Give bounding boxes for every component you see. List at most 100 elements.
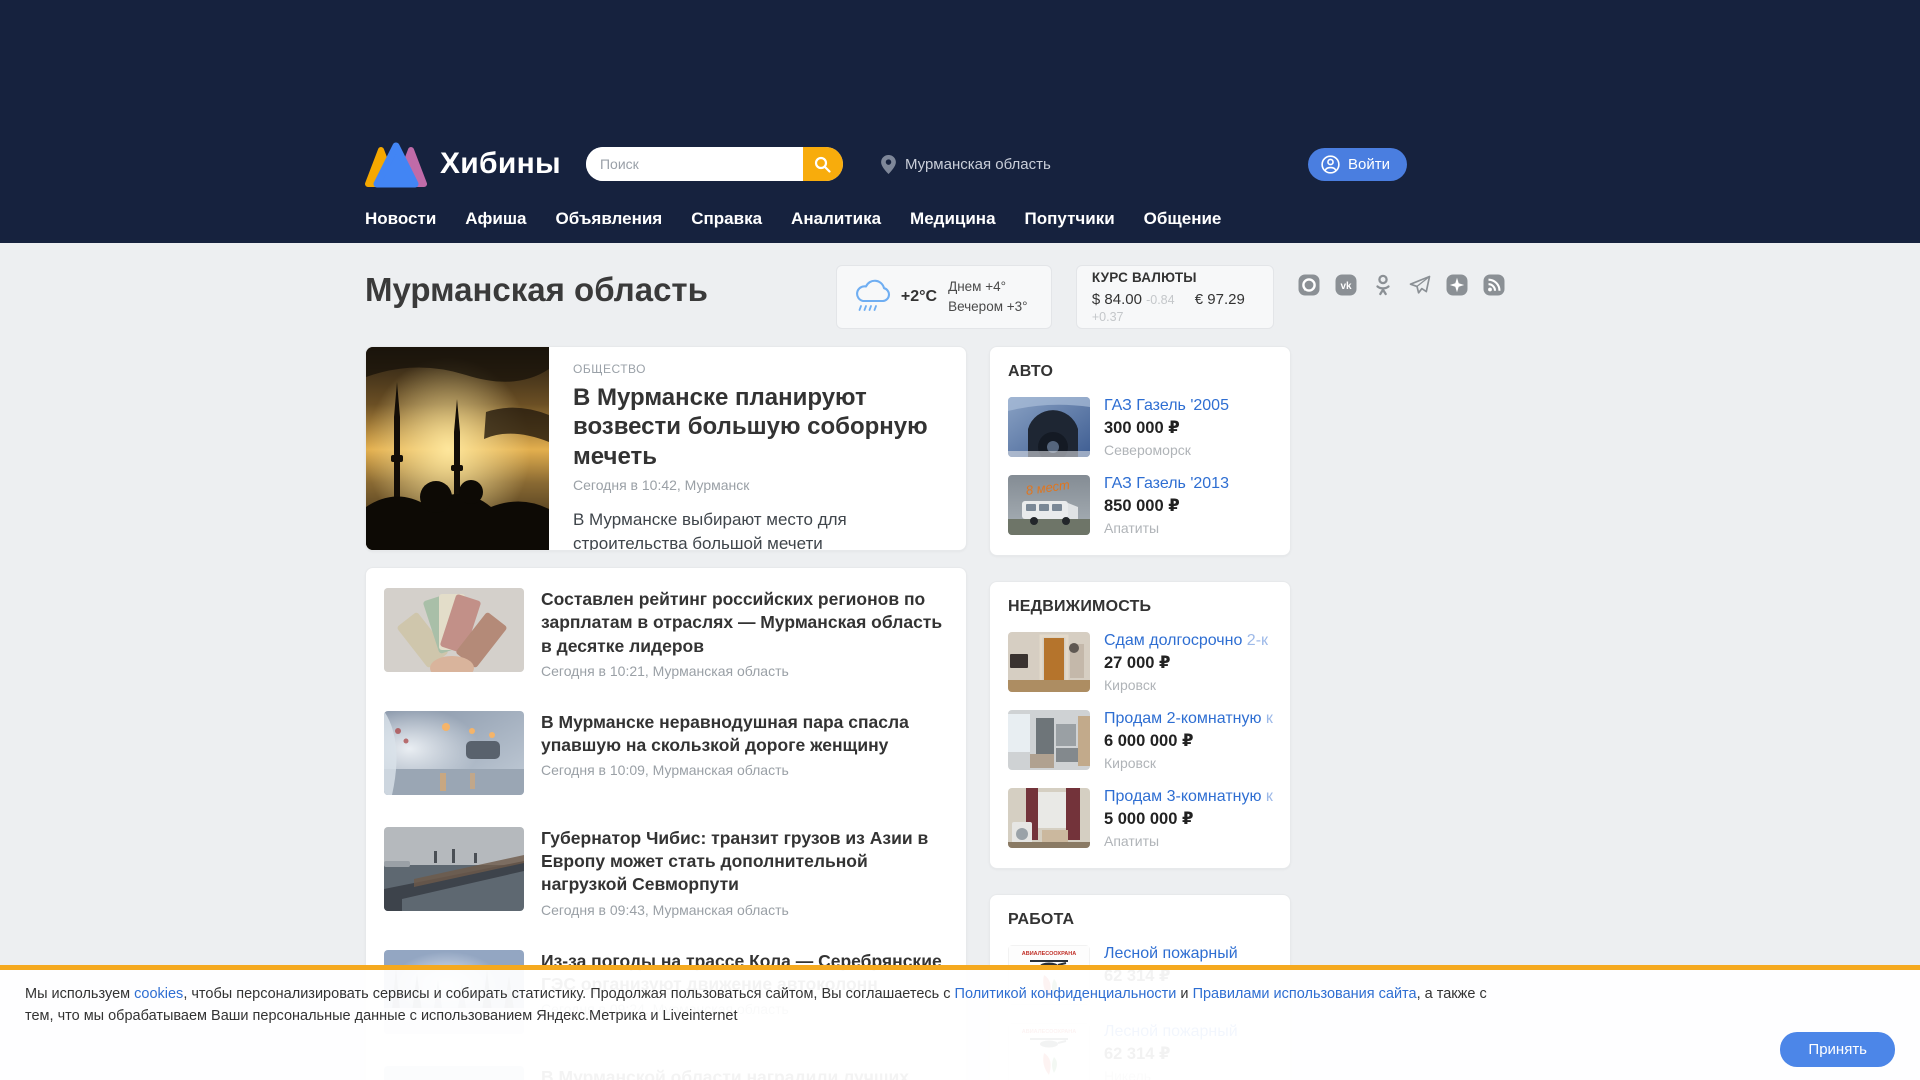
zen-star-icon[interactable]	[1445, 273, 1469, 297]
nav-item-poputchiki[interactable]: Попутчики	[1025, 209, 1115, 229]
search-button[interactable]	[802, 147, 843, 181]
cookie-text: Мы используем cookies, чтобы персонализи…	[25, 986, 1487, 1024]
realty-listing-link[interactable]: Продам 2-комнатную к	[1104, 710, 1273, 728]
news-thumbnail-harbor	[384, 826, 524, 911]
job-image-caption: АВИАЛЕСООХРАНА	[1022, 951, 1076, 957]
news-thumbnail-money	[384, 588, 524, 672]
region-label: Мурманская область	[904, 155, 1051, 173]
realty-listing[interactable]: Сдам долгосрочно 2-к 27 000 ₽ Кировск	[1008, 632, 1272, 693]
news-item[interactable]: Составлен рейтинг российских регионов по…	[366, 572, 966, 695]
search-box	[585, 147, 843, 181]
featured-article-image	[366, 347, 549, 550]
weather-widget[interactable]: +2°C Днем +4° Вечером +3°	[835, 265, 1052, 329]
featured-article[interactable]: ОБЩЕСТВО В Мурманске планируют возвести …	[365, 346, 967, 551]
login-button[interactable]: Войти	[1308, 147, 1407, 181]
realty-link-truncated: к	[1265, 788, 1273, 805]
job-listing-link[interactable]: Лесной пожарный	[1104, 945, 1238, 963]
currency-widget[interactable]: КУРС ВАЛЮТЫ $ 84.00 -0.84 € 97.29 +0.37	[1075, 265, 1274, 329]
nav-item-obyavleniya[interactable]: Объявления	[556, 209, 663, 229]
news-title[interactable]: Губернатор Чибис: транзит грузов из Азии…	[541, 827, 948, 897]
news-meta: Сегодня в 10:09, Мурманская область	[541, 762, 789, 779]
realty-listing-image-kitchen	[1008, 710, 1090, 770]
featured-meta: Сегодня в 10:42, Мурманск	[573, 476, 750, 493]
auto-listing-price: 850 000 ₽	[1104, 497, 1180, 515]
vk-icon[interactable]: vk	[1334, 273, 1358, 297]
site-logo[interactable]: Хибины	[365, 140, 561, 188]
nav-item-medicina[interactable]: Медицина	[910, 209, 995, 229]
realty-listing-location: Кировск	[1104, 755, 1156, 771]
news-item[interactable]: В Мурманске неравнодушная пара спасла уп…	[366, 695, 966, 811]
user-icon	[1321, 154, 1340, 174]
logo-mountains-icon	[365, 142, 427, 188]
realty-listing[interactable]: Продам 2-комнатную к 6 000 000 ₽ Кировск	[1008, 710, 1273, 771]
usd-delta: -0.84	[1146, 292, 1175, 307]
auto-section: АВТО ГАЗ Газель '2005 300 000 ₽ Северомо…	[989, 346, 1291, 556]
auto-listing-location: Североморск	[1104, 442, 1191, 458]
weather-temp: +2°C	[900, 288, 938, 305]
rain-cloud-icon	[855, 279, 890, 311]
nav-item-novosti[interactable]: Новости	[365, 209, 436, 229]
auto-listing-image-van-wheel	[1008, 397, 1090, 457]
weather-evening: Вечером +3°	[948, 299, 1028, 314]
realty-listing[interactable]: Продам 3-комнатную к 5 000 000 ₽ Апатиты	[1008, 788, 1273, 849]
nav-item-obshchenie[interactable]: Общение	[1144, 209, 1222, 229]
auto-listing[interactable]: ГАЗ Газель '2005 300 000 ₽ Североморск	[1008, 397, 1272, 458]
usd-rate: $ 84.00	[1091, 290, 1142, 308]
news-item[interactable]: Губернатор Чибис: транзит грузов из Азии…	[366, 811, 966, 934]
search-icon	[815, 156, 832, 173]
eur-delta: +0.37	[1091, 309, 1124, 324]
realty-listing-price: 5 000 000 ₽	[1104, 810, 1194, 828]
cookies-link[interactable]: cookies	[134, 986, 183, 1002]
nav-item-analitika[interactable]: Аналитика	[791, 209, 881, 229]
realty-section-title: НЕДВИЖИМОСТЬ	[1008, 598, 1152, 615]
dzen-icon[interactable]	[1297, 273, 1321, 297]
realty-listing-image-room	[1008, 632, 1090, 692]
realty-link-truncated: 2-к	[1246, 632, 1269, 649]
main-nav: Новости Афиша Объявления Справка Аналити…	[365, 209, 1555, 229]
news-title[interactable]: Составлен рейтинг российских регионов по…	[541, 588, 948, 658]
news-thumbnail-winter-street	[384, 710, 524, 795]
realty-listing-location: Кировск	[1104, 677, 1156, 693]
realty-listing-link[interactable]: Продам 3-комнатную к	[1104, 788, 1273, 806]
realty-listing-image-red-curtains	[1008, 788, 1090, 848]
realty-link-truncated: к	[1265, 710, 1273, 727]
featured-title[interactable]: В Мурманске планируют возвести большую с…	[573, 383, 942, 471]
realty-listing-location: Апатиты	[1104, 833, 1160, 849]
region-selector[interactable]: Мурманская область	[881, 154, 1051, 174]
currency-title: КУРС ВАЛЮТЫ	[1091, 269, 1197, 285]
page-title: Мурманская область	[365, 271, 708, 308]
news-meta: Сегодня в 10:21, Мурманская область	[541, 662, 789, 679]
featured-category: ОБЩЕСТВО	[573, 362, 646, 376]
featured-summary: В Мурманске выбирают место для строитель…	[573, 509, 847, 551]
odnoklassniki-icon[interactable]	[1371, 273, 1395, 297]
privacy-policy-link[interactable]: Политикой конфиденциальности	[955, 986, 1177, 1002]
eur-rate: € 97.29	[1194, 290, 1245, 308]
accept-cookies-button[interactable]: Принять	[1780, 1032, 1895, 1067]
news-title[interactable]: В Мурманске неравнодушная пара спасла уп…	[541, 711, 948, 758]
auto-listing-image-white-van: 8 мест	[1008, 475, 1090, 535]
auto-listing-link[interactable]: ГАЗ Газель '2005	[1104, 397, 1229, 415]
rss-icon[interactable]	[1482, 273, 1506, 297]
auto-listing-location: Апатиты	[1104, 520, 1160, 536]
auto-listing[interactable]: 8 мест ГАЗ Газель '2013 850 000 ₽ Апатит…	[1008, 475, 1272, 536]
cookie-banner: Мы используем cookies, чтобы персонализи…	[0, 965, 1920, 1080]
site-header: Хибины Мурманская область	[0, 0, 1920, 243]
telegram-icon[interactable]	[1408, 273, 1432, 297]
social-links: vk	[1297, 265, 1506, 297]
logo-text: Хибины	[440, 147, 561, 180]
realty-listing-link[interactable]: Сдам долгосрочно 2-к	[1104, 632, 1268, 650]
site-rules-link[interactable]: Правилами использования сайта	[1193, 986, 1417, 1002]
login-label: Войти	[1348, 155, 1390, 173]
location-pin-icon	[881, 154, 896, 174]
realty-listing-price: 6 000 000 ₽	[1104, 732, 1194, 750]
svg-text:vk: vk	[1340, 281, 1352, 292]
search-input[interactable]	[585, 147, 803, 181]
realty-listing-price: 27 000 ₽	[1104, 654, 1171, 672]
nav-item-afisha[interactable]: Афиша	[465, 209, 526, 229]
auto-listing-link[interactable]: ГАЗ Газель '2013	[1104, 475, 1229, 493]
nav-item-spravka[interactable]: Справка	[691, 209, 762, 229]
realty-section: НЕДВИЖИМОСТЬ Сдам долгосрочно 2-к 27 000…	[989, 581, 1291, 869]
auto-section-title: АВТО	[1008, 363, 1054, 380]
weather-day: Днем +4°	[948, 279, 1007, 295]
news-meta: Сегодня в 09:43, Мурманская область	[541, 901, 789, 918]
